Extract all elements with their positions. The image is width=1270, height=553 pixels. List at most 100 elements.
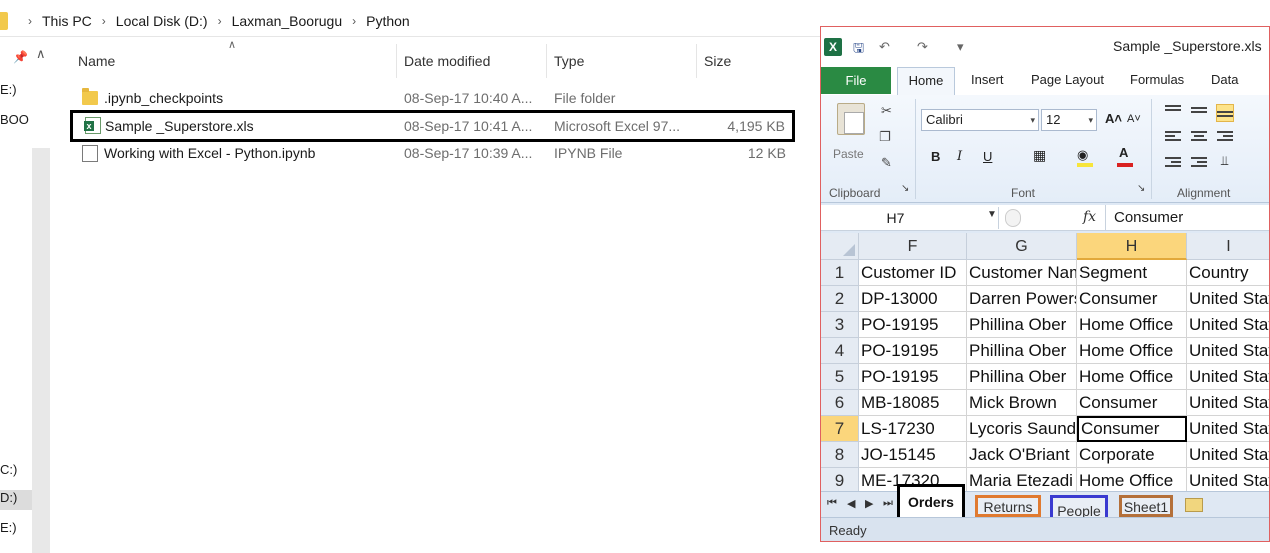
breadcrumb-item-this-pc[interactable]: This PC: [42, 13, 92, 29]
cell[interactable]: DP-13000: [859, 286, 967, 312]
chevron-right-icon[interactable]: ›: [352, 14, 356, 28]
borders-icon[interactable]: ▦: [1033, 147, 1046, 164]
copy-icon[interactable]: ❐: [879, 129, 891, 145]
breadcrumb-item-python[interactable]: Python: [366, 13, 410, 29]
align-bottom-icon[interactable]: [1216, 104, 1234, 122]
cell[interactable]: LS-17230: [859, 416, 967, 442]
cell[interactable]: Jack O'Briant: [967, 442, 1077, 468]
column-divider[interactable]: [396, 44, 397, 78]
font-launcher-icon[interactable]: ↘: [1137, 183, 1145, 194]
font-size-select[interactable]: 12 ▾: [1041, 109, 1097, 131]
cell[interactable]: JO-15145: [859, 442, 967, 468]
cell[interactable]: Corporate: [1077, 442, 1187, 468]
column-header-name[interactable]: Name: [78, 44, 115, 78]
cell[interactable]: Phillina Ober: [967, 364, 1077, 390]
row-header-3[interactable]: 3: [821, 312, 859, 338]
column-header-i[interactable]: I: [1187, 233, 1269, 260]
last-sheet-icon[interactable]: ⏭: [883, 497, 893, 510]
active-cell[interactable]: Consumer: [1077, 416, 1187, 442]
clipboard-launcher-icon[interactable]: ↘: [901, 183, 909, 194]
cell[interactable]: Customer Name: [967, 260, 1077, 286]
cell[interactable]: Phillina Ober: [967, 338, 1077, 364]
cell[interactable]: United States: [1187, 390, 1269, 416]
bold-button[interactable]: B: [931, 149, 940, 164]
font-color-icon[interactable]: A: [1119, 145, 1128, 160]
paste-icon[interactable]: [837, 103, 865, 135]
tab-page-layout[interactable]: Page Layout: [1031, 72, 1104, 87]
underline-button[interactable]: U: [983, 149, 992, 164]
tab-insert[interactable]: Insert: [971, 72, 1004, 87]
orientation-icon[interactable]: ⫫: [1221, 153, 1228, 169]
shrink-font-icon[interactable]: A˅: [1127, 113, 1141, 125]
cell[interactable]: Segment: [1077, 260, 1187, 286]
excel-logo-icon[interactable]: X: [824, 38, 842, 56]
cell[interactable]: Maria Etezadi: [967, 468, 1077, 491]
sheet-tab-sheet1[interactable]: Sheet1: [1119, 495, 1173, 517]
redo-icon[interactable]: ↷: [917, 39, 928, 55]
breadcrumb-item-local-disk[interactable]: Local Disk (D:): [116, 13, 208, 29]
nav-item-e-drive[interactable]: E:): [0, 82, 32, 97]
save-icon[interactable]: 🖫: [853, 39, 864, 61]
name-box-dropdown-icon[interactable]: ▼: [987, 209, 997, 220]
row-header-9[interactable]: 9: [821, 468, 859, 491]
nav-scrollbar[interactable]: [32, 148, 50, 553]
cell[interactable]: Mick Brown: [967, 390, 1077, 416]
first-sheet-icon[interactable]: ⏮: [827, 497, 837, 510]
cell[interactable]: Darren Powers: [967, 286, 1077, 312]
breadcrumb-item-laxman[interactable]: Laxman_Boorugu: [232, 13, 343, 29]
cell[interactable]: United States: [1187, 312, 1269, 338]
cell[interactable]: Phillina Ober: [967, 312, 1077, 338]
column-header-h[interactable]: H: [1077, 233, 1187, 260]
cell[interactable]: MB-18085: [859, 390, 967, 416]
prev-sheet-icon[interactable]: ◀: [847, 497, 855, 510]
align-right-icon[interactable]: [1217, 131, 1233, 143]
cell[interactable]: United States: [1187, 442, 1269, 468]
insert-function-icon[interactable]: fx: [1083, 209, 1096, 225]
column-header-f[interactable]: F: [859, 233, 967, 260]
column-header-g[interactable]: G: [967, 233, 1077, 260]
pin-icon[interactable]: 📌: [13, 50, 28, 64]
file-row[interactable]: .ipynb_checkpoints 08-Sep-17 10:40 A... …: [72, 85, 794, 112]
row-header-5[interactable]: 5: [821, 364, 859, 390]
row-header-4[interactable]: 4: [821, 338, 859, 364]
row-header-8[interactable]: 8: [821, 442, 859, 468]
column-header-type[interactable]: Type: [554, 44, 584, 78]
sheet-tab-orders[interactable]: Orders: [897, 484, 965, 520]
tab-file[interactable]: File: [821, 67, 891, 94]
row-header-7[interactable]: 7: [821, 416, 859, 442]
insert-sheet-icon[interactable]: [1185, 498, 1203, 512]
cell[interactable]: Country: [1187, 260, 1269, 286]
name-box[interactable]: H7: [823, 207, 999, 229]
cut-icon[interactable]: ✂: [881, 103, 892, 119]
align-left-icon[interactable]: [1165, 131, 1181, 143]
align-middle-icon[interactable]: [1191, 107, 1207, 119]
cell[interactable]: PO-19195: [859, 312, 967, 338]
cell[interactable]: Lycoris Saunders: [967, 416, 1077, 442]
align-top-icon[interactable]: [1165, 105, 1181, 117]
cell[interactable]: Home Office: [1077, 338, 1187, 364]
file-row-selected[interactable]: Sample _Superstore.xls 08-Sep-17 10:41 A…: [70, 110, 795, 142]
customize-qat-icon[interactable]: ▾: [957, 39, 964, 55]
cell[interactable]: United States: [1187, 416, 1269, 442]
cell[interactable]: Customer ID: [859, 260, 967, 286]
formula-input[interactable]: Consumer: [1105, 205, 1183, 231]
row-header-6[interactable]: 6: [821, 390, 859, 416]
nav-item-e-drive-2[interactable]: E:): [0, 520, 32, 535]
row-header-1[interactable]: 1: [821, 260, 859, 286]
cell[interactable]: PO-19195: [859, 364, 967, 390]
cell[interactable]: Consumer: [1077, 390, 1187, 416]
column-header-date[interactable]: Date modified: [404, 44, 490, 78]
nav-item-boo[interactable]: BOO: [0, 112, 32, 127]
chevron-right-icon[interactable]: ›: [102, 14, 106, 28]
sheet-tab-returns[interactable]: Returns: [975, 495, 1041, 517]
nav-item-c-drive[interactable]: C:): [0, 462, 32, 477]
collapse-up-icon[interactable]: ∧: [36, 46, 46, 62]
cell[interactable]: United States: [1187, 364, 1269, 390]
tab-home[interactable]: Home: [897, 67, 955, 95]
increase-indent-icon[interactable]: [1191, 157, 1207, 169]
cell[interactable]: PO-19195: [859, 338, 967, 364]
cell[interactable]: United States: [1187, 286, 1269, 312]
undo-icon[interactable]: ↶: [879, 39, 890, 55]
chevron-right-icon[interactable]: ›: [218, 14, 222, 28]
tab-data[interactable]: Data: [1211, 72, 1238, 87]
